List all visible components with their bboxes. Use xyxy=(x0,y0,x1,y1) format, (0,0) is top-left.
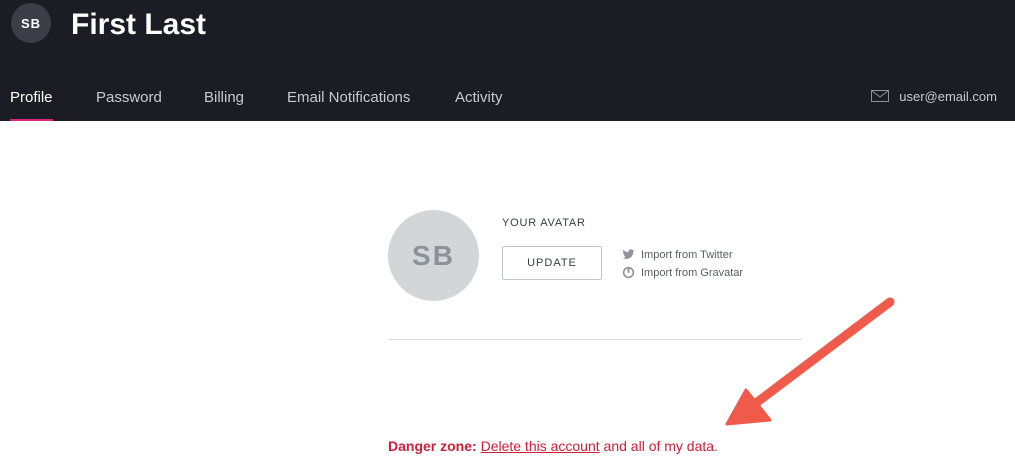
account-email-text: user@email.com xyxy=(899,88,997,104)
import-gravatar-link[interactable]: Import from Gravatar xyxy=(622,266,743,279)
gravatar-icon xyxy=(622,266,635,279)
section-divider xyxy=(388,339,802,340)
page-title: First Last xyxy=(71,8,207,41)
top-header: SB First Last Profile Password Billing E… xyxy=(0,0,1015,121)
danger-zone: Danger zone: Delete this account and all… xyxy=(388,438,718,454)
danger-zone-suffix: and all of my data. xyxy=(603,438,718,454)
tab-billing[interactable]: Billing xyxy=(204,78,244,119)
account-email: user@email.com xyxy=(871,86,997,106)
delete-account-link[interactable]: Delete this account xyxy=(481,438,600,454)
import-twitter-link[interactable]: Import from Twitter xyxy=(622,248,732,261)
tab-password[interactable]: Password xyxy=(96,78,162,119)
profile-avatar: SB xyxy=(388,210,479,301)
import-gravatar-label: Import from Gravatar xyxy=(641,266,744,279)
avatar[interactable]: SB xyxy=(11,3,51,43)
avatar-section: SB YOUR AVATAR UPDATE Import from Twitte… xyxy=(388,210,802,340)
import-twitter-label: Import from Twitter xyxy=(641,248,733,261)
danger-zone-label: Danger zone: xyxy=(388,438,477,454)
avatar-label: YOUR AVATAR xyxy=(502,217,586,229)
twitter-icon xyxy=(622,249,635,259)
tab-email-notifications[interactable]: Email Notifications xyxy=(287,78,410,119)
tab-activity[interactable]: Activity xyxy=(455,78,503,119)
tab-profile[interactable]: Profile xyxy=(10,78,53,121)
update-avatar-button[interactable]: UPDATE xyxy=(502,246,602,280)
mail-icon xyxy=(871,90,890,102)
